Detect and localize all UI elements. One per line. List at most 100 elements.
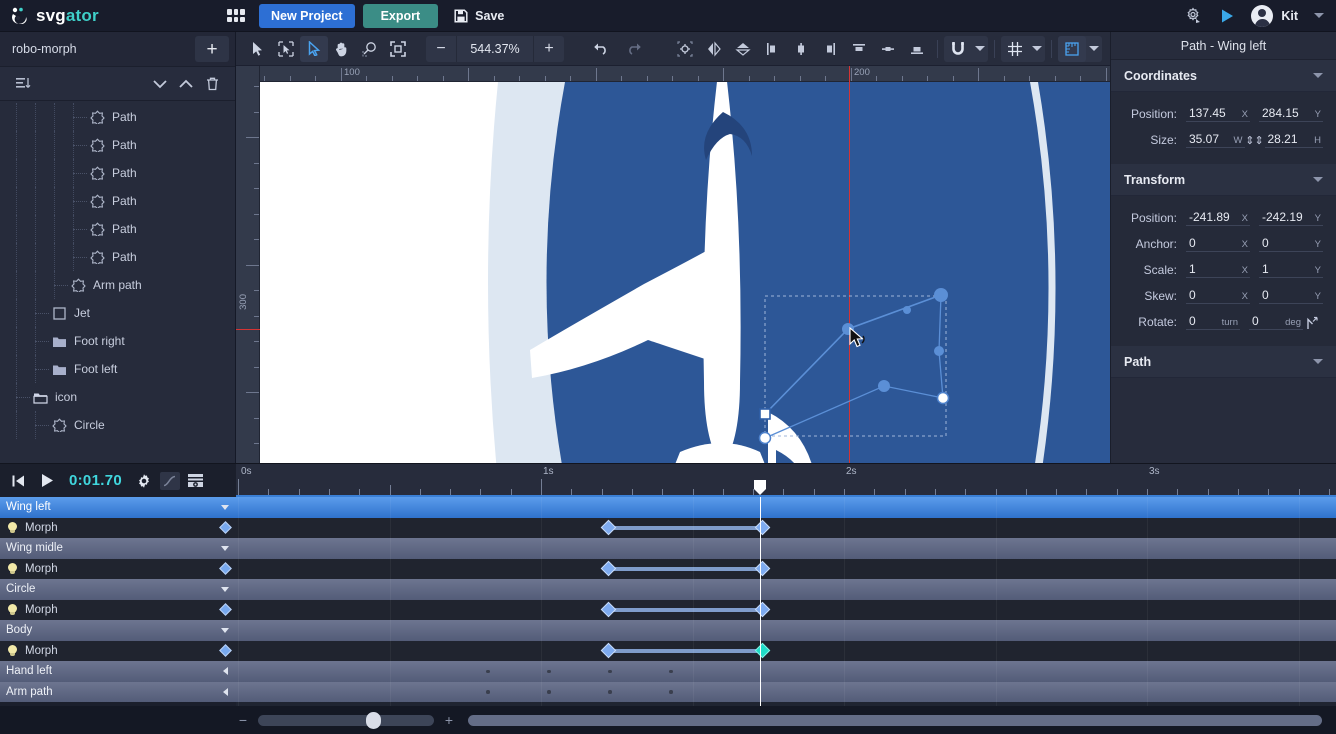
layer-item-path[interactable]: Path bbox=[0, 103, 235, 131]
keyframe[interactable] bbox=[600, 519, 616, 536]
section-header-coordinates[interactable]: Coordinates bbox=[1111, 60, 1336, 92]
timeline-track-morph[interactable]: Morph bbox=[0, 558, 236, 579]
diamond-icon[interactable] bbox=[214, 603, 236, 617]
guide-horizontal[interactable] bbox=[236, 329, 260, 330]
timeline-lane-wing-midle[interactable] bbox=[236, 538, 1336, 559]
chevron-left-icon[interactable] bbox=[214, 667, 236, 676]
timeline-lane-circle[interactable] bbox=[236, 579, 1336, 600]
property-value[interactable]: -241.89 bbox=[1189, 210, 1238, 224]
property-value[interactable]: 1 bbox=[1262, 262, 1311, 276]
add-layer-button[interactable]: + bbox=[195, 36, 229, 62]
timeline-zoom-in-button[interactable]: + bbox=[442, 712, 456, 728]
chevron-down-icon[interactable] bbox=[214, 586, 236, 592]
layer-item-path[interactable]: Path bbox=[0, 243, 235, 271]
export-button[interactable]: Export bbox=[362, 3, 439, 28]
timeline-track-hand-left[interactable]: Hand left bbox=[0, 661, 236, 682]
section-chevron-down-icon[interactable] bbox=[1313, 359, 1323, 364]
layer-item-path[interactable]: Path bbox=[0, 215, 235, 243]
visibility-bulb-icon[interactable] bbox=[8, 521, 18, 534]
timeline-settings-gear-icon[interactable] bbox=[131, 468, 157, 494]
chevron-down-icon[interactable] bbox=[214, 545, 236, 551]
move-layer-up-icon[interactable] bbox=[173, 72, 199, 96]
timeline-lane-body[interactable] bbox=[236, 620, 1336, 641]
timeline-options-icon[interactable] bbox=[183, 468, 209, 494]
account-chevron-down-icon[interactable] bbox=[1314, 13, 1324, 18]
app-logo[interactable]: svgator bbox=[0, 6, 225, 26]
pen-tool[interactable] bbox=[300, 35, 328, 62]
timeline-track-morph[interactable]: Morph bbox=[0, 640, 236, 661]
ruler-icon[interactable] bbox=[1058, 35, 1086, 62]
layer-item-jet[interactable]: Jet bbox=[0, 299, 235, 327]
keyframe-span[interactable] bbox=[608, 566, 762, 571]
property-field-x[interactable]: 1X bbox=[1186, 262, 1250, 278]
transform-origin-icon[interactable] bbox=[671, 36, 699, 62]
property-field-y[interactable]: 0Y bbox=[1259, 288, 1323, 304]
layer-item-path[interactable]: Path bbox=[0, 187, 235, 215]
property-value[interactable]: 0 bbox=[1262, 288, 1311, 302]
timeline-track-morph[interactable]: Morph bbox=[0, 517, 236, 538]
keyframe[interactable] bbox=[754, 519, 770, 536]
property-field-y[interactable]: 0 deg bbox=[1249, 314, 1303, 330]
property-value[interactable]: 0 bbox=[1262, 236, 1311, 250]
diamond-icon[interactable] bbox=[214, 562, 236, 576]
rotate-reference-icon[interactable] bbox=[1303, 315, 1323, 330]
align-top-icon[interactable] bbox=[845, 36, 873, 62]
timeline-playhead-handle[interactable] bbox=[754, 480, 766, 495]
skip-to-start-icon[interactable] bbox=[5, 468, 31, 494]
keyframe[interactable] bbox=[600, 642, 616, 659]
property-field-y[interactable]: 284.15 Y bbox=[1259, 106, 1323, 122]
align-left-icon[interactable] bbox=[758, 36, 786, 62]
align-middle-vertical-icon[interactable] bbox=[874, 36, 902, 62]
ruler-chevron-down-icon[interactable] bbox=[1086, 36, 1102, 62]
zoom-tool[interactable] bbox=[356, 36, 384, 62]
visibility-bulb-icon[interactable] bbox=[8, 603, 18, 616]
preview-play-icon[interactable] bbox=[1219, 8, 1235, 24]
property-field-y[interactable]: -242.19 Y bbox=[1259, 210, 1323, 226]
artboard[interactable] bbox=[260, 82, 1110, 463]
diamond-icon[interactable] bbox=[214, 521, 236, 535]
timeline-track-morph[interactable]: Morph bbox=[0, 599, 236, 620]
property-value[interactable]: 284.15 bbox=[1262, 106, 1311, 120]
undo-icon[interactable] bbox=[586, 36, 614, 62]
property-value[interactable]: 0 bbox=[1252, 314, 1281, 328]
keyframe-span[interactable] bbox=[608, 525, 762, 530]
property-field-x[interactable]: 0X bbox=[1186, 288, 1250, 304]
keyframe[interactable] bbox=[754, 601, 770, 618]
section-header-transform[interactable]: Transform bbox=[1111, 164, 1336, 196]
chevron-left-icon[interactable] bbox=[214, 687, 236, 696]
export-settings-icon[interactable] bbox=[1185, 7, 1203, 25]
property-value[interactable]: 0 bbox=[1189, 314, 1218, 328]
ruler-horizontal[interactable]: 100 200 bbox=[236, 66, 1110, 82]
fit-screen-tool[interactable] bbox=[384, 36, 412, 62]
property-field-x[interactable]: -241.89 X bbox=[1186, 210, 1250, 226]
timeline-track-wing-left[interactable]: Wing left bbox=[0, 497, 236, 518]
easing-curve-button[interactable] bbox=[159, 471, 180, 490]
link-size-icon[interactable]: ⇕⇕ bbox=[1245, 134, 1265, 147]
section-chevron-down-icon[interactable] bbox=[1313, 177, 1323, 182]
zoom-level-value[interactable]: 544.37% bbox=[456, 35, 534, 62]
guide-vertical[interactable] bbox=[849, 66, 850, 463]
layer-item-arm-path[interactable]: Arm path bbox=[0, 271, 235, 299]
snap-magnet-icon[interactable] bbox=[944, 36, 972, 62]
grid-chevron-down-icon[interactable] bbox=[1029, 36, 1045, 62]
timeline-lane-wing-left[interactable] bbox=[236, 497, 1336, 518]
canvas-viewport[interactable]: 100 200 300 bbox=[236, 66, 1110, 463]
play-button[interactable] bbox=[34, 468, 60, 494]
timeline-lane-morph[interactable] bbox=[236, 640, 1336, 661]
timeline-lane-hand-left[interactable] bbox=[236, 661, 1336, 682]
timeline-zoom-out-button[interactable]: − bbox=[236, 712, 250, 728]
layer-item-icon[interactable]: icon bbox=[0, 383, 235, 411]
timeline-lane-morph[interactable] bbox=[236, 517, 1336, 538]
flip-vertical-icon[interactable] bbox=[729, 36, 757, 62]
chevron-down-icon[interactable] bbox=[214, 504, 236, 510]
move-layer-down-icon[interactable] bbox=[147, 72, 173, 96]
keyframe-span[interactable] bbox=[608, 607, 762, 612]
chevron-down-icon[interactable] bbox=[214, 627, 236, 633]
user-avatar[interactable] bbox=[1251, 4, 1274, 27]
property-value[interactable]: 137.45 bbox=[1189, 106, 1238, 120]
layer-item-path[interactable]: Path bbox=[0, 159, 235, 187]
keyframe[interactable] bbox=[600, 601, 616, 618]
property-field-x[interactable]: 0X bbox=[1186, 236, 1250, 252]
property-field-y[interactable]: 0Y bbox=[1259, 236, 1323, 252]
align-center-horizontal-icon[interactable] bbox=[787, 36, 815, 62]
